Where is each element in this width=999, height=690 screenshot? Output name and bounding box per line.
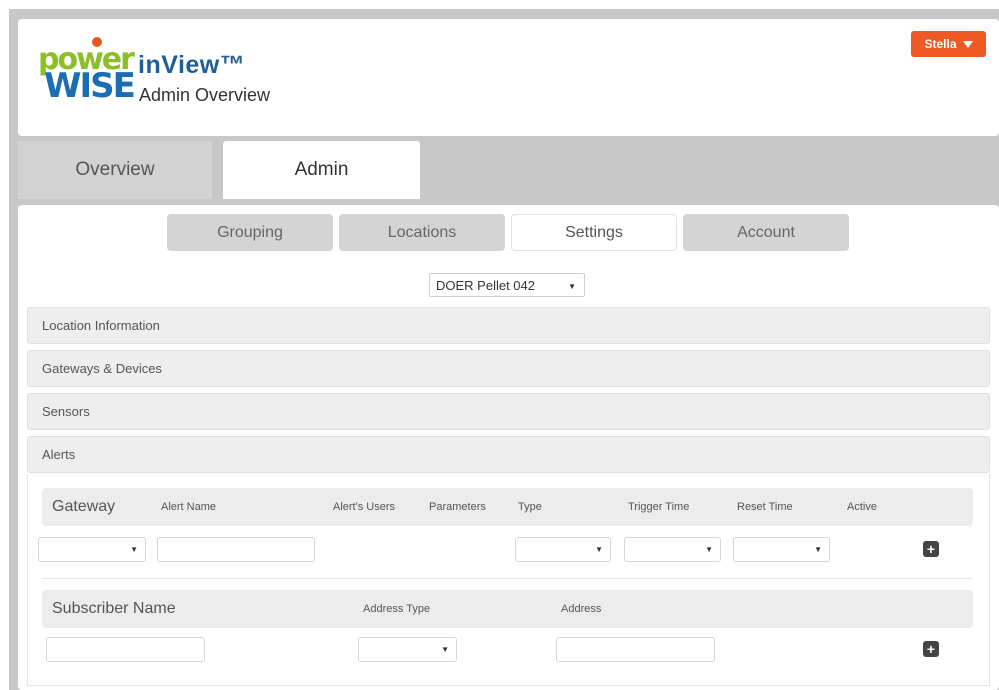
page-title: Admin Overview — [139, 85, 271, 105]
dropdown-arrow-icon: ▼ — [568, 282, 576, 291]
dropdown-arrow-icon: ▼ — [441, 645, 449, 654]
dropdown-arrow-icon: ▼ — [814, 545, 822, 554]
section-label: Alerts — [42, 447, 76, 462]
section-alerts[interactable]: Alerts — [27, 436, 990, 473]
header: power WISE inView™ Admin Overview Stella — [18, 19, 999, 136]
add-subscriber-button[interactable]: + — [923, 641, 939, 657]
subtab-grouping[interactable]: Grouping — [167, 214, 333, 251]
powerwise-logo: power WISE — [38, 37, 136, 123]
tab-admin[interactable]: Admin — [223, 141, 420, 199]
tab-overview[interactable]: Overview — [18, 141, 212, 199]
divider — [42, 578, 973, 579]
reset-time-select[interactable]: ▼ — [733, 537, 830, 562]
logo-wise-text: WISE — [44, 66, 136, 106]
app-title: inView™ — [138, 51, 246, 79]
col-active: Active — [847, 501, 877, 513]
address-type-select[interactable]: ▼ — [358, 637, 457, 662]
subtab-account[interactable]: Account — [683, 214, 849, 251]
subtab-locations-label: Locations — [387, 223, 457, 241]
trigger-time-select[interactable]: ▼ — [624, 537, 721, 562]
section-sensors[interactable]: Sensors — [27, 393, 990, 430]
col-trigger-time: Trigger Time — [628, 501, 690, 513]
add-alert-button[interactable]: + — [923, 541, 939, 557]
type-select[interactable]: ▼ — [515, 537, 611, 562]
user-menu-label: Stella — [924, 37, 957, 51]
subtab-account-label: Account — [737, 223, 795, 241]
col-subscriber-name: Subscriber Name — [52, 600, 176, 617]
section-label: Location Information — [42, 318, 160, 333]
tab-admin-label: Admin — [294, 159, 349, 180]
col-address: Address — [561, 603, 602, 615]
settings-panel: Grouping Locations Settings Account DOER… — [18, 205, 999, 690]
caret-down-icon — [962, 40, 973, 48]
tab-overview-label: Overview — [75, 159, 155, 180]
col-alert-name: Alert Name — [161, 501, 217, 513]
alerts-table-header: Gateway Alert Name Alert's Users Paramet… — [42, 488, 973, 526]
subtab-settings[interactable]: Settings — [511, 214, 677, 251]
address-input[interactable] — [556, 637, 715, 662]
section-gateways-devices[interactable]: Gateways & Devices — [27, 350, 990, 387]
subscriber-table-header: Subscriber Name Address Type Address — [42, 590, 973, 628]
col-reset-time: Reset Time — [737, 501, 793, 513]
col-address-type: Address Type — [363, 603, 431, 615]
col-alerts-users: Alert's Users — [333, 501, 395, 513]
section-label: Sensors — [42, 404, 90, 419]
location-select-value: DOER Pellet 042 — [436, 277, 535, 293]
dropdown-arrow-icon: ▼ — [130, 545, 138, 554]
subtab-settings-label: Settings — [565, 223, 623, 241]
col-parameters: Parameters — [429, 501, 486, 513]
alert-name-input[interactable] — [157, 537, 315, 562]
alerts-content: Gateway Alert Name Alert's Users Paramet… — [27, 474, 990, 686]
subtab-locations[interactable]: Locations — [339, 214, 505, 251]
col-type: Type — [518, 501, 542, 513]
subtab-grouping-label: Grouping — [217, 223, 283, 241]
col-gateway: Gateway — [52, 498, 116, 515]
dropdown-arrow-icon: ▼ — [595, 545, 603, 554]
section-location-information[interactable]: Location Information — [27, 307, 990, 344]
dropdown-arrow-icon: ▼ — [705, 545, 713, 554]
user-menu-button[interactable]: Stella — [911, 31, 986, 57]
subscriber-name-input[interactable] — [46, 637, 205, 662]
section-label: Gateways & Devices — [42, 361, 162, 376]
location-select[interactable]: DOER Pellet 042 ▼ — [429, 273, 585, 297]
gateway-select[interactable]: ▼ — [38, 537, 146, 562]
